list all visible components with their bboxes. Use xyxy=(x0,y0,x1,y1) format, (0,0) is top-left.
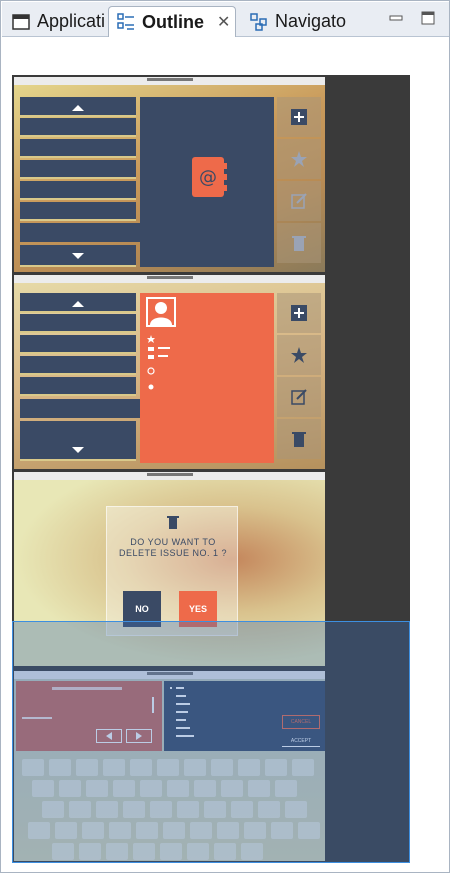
trash-icon xyxy=(167,515,179,534)
tab-label: Outline xyxy=(142,11,204,32)
scroll-down-row[interactable] xyxy=(20,245,136,267)
detail-panel: @ xyxy=(140,97,274,267)
edit-button[interactable] xyxy=(277,181,321,221)
list-item[interactable] xyxy=(20,202,136,221)
list-item[interactable] xyxy=(20,181,136,200)
outline-icon xyxy=(117,13,135,31)
minimize-icon[interactable] xyxy=(388,10,404,26)
screen-thumbnail-2[interactable] xyxy=(14,275,325,469)
list-item[interactable] xyxy=(20,377,136,396)
delete-button[interactable] xyxy=(277,419,321,459)
navigator-icon xyxy=(250,12,268,31)
tab-application[interactable]: Applicati xyxy=(4,6,106,37)
list-item[interactable] xyxy=(20,139,136,158)
dialog-question: DO YOU WANT TO DELETE ISSUE NO. 1 ? xyxy=(118,537,228,558)
contact-detail-panel xyxy=(140,293,274,463)
list-item-selected[interactable] xyxy=(20,223,140,242)
list-item[interactable] xyxy=(20,314,136,333)
delete-button[interactable] xyxy=(277,223,321,263)
list-item-selected[interactable] xyxy=(20,399,140,418)
list-item[interactable] xyxy=(20,356,136,375)
list-item[interactable] xyxy=(20,118,136,137)
contact-info-icons xyxy=(147,335,170,390)
avatar xyxy=(146,297,176,327)
outline-canvas[interactable]: @ DO YOU WANT TO DELETE ISSUE NO. 1 ? NO… xyxy=(12,75,410,863)
outline-view: Applicati Outline ✕ Navigato @ DO YOU WA… xyxy=(0,0,450,873)
title-bar xyxy=(14,472,325,480)
maximize-icon[interactable] xyxy=(420,10,436,26)
tab-outline[interactable]: Outline ✕ xyxy=(108,6,236,37)
add-button[interactable] xyxy=(277,97,321,137)
add-button[interactable] xyxy=(277,293,321,333)
close-icon[interactable]: ✕ xyxy=(217,12,230,32)
list-panel xyxy=(20,293,140,463)
screen-thumbnail-1[interactable]: @ xyxy=(14,77,325,272)
tab-label: Navigato xyxy=(275,11,347,31)
title-bar xyxy=(14,275,325,283)
list-item[interactable] xyxy=(20,335,136,354)
scroll-up-row[interactable] xyxy=(20,97,136,117)
star-button[interactable] xyxy=(277,139,321,179)
scroll-down-row[interactable] xyxy=(20,421,136,461)
tab-bar: Applicati Outline ✕ Navigato xyxy=(2,2,449,37)
address-book-icon: @ xyxy=(190,155,228,204)
tab-navigator[interactable]: Navigato xyxy=(242,6,354,37)
window-icon xyxy=(12,13,30,31)
scroll-up-row[interactable] xyxy=(20,293,136,313)
tab-label: Applicati xyxy=(37,11,106,31)
selection-rectangle[interactable] xyxy=(12,621,410,863)
list-item[interactable] xyxy=(20,160,136,179)
title-bar xyxy=(14,77,325,85)
delete-dialog: DO YOU WANT TO DELETE ISSUE NO. 1 ? NO Y… xyxy=(106,506,238,636)
edit-button[interactable] xyxy=(277,377,321,417)
svg-text:@: @ xyxy=(199,167,217,188)
star-button[interactable] xyxy=(277,335,321,375)
list-panel xyxy=(20,97,140,267)
